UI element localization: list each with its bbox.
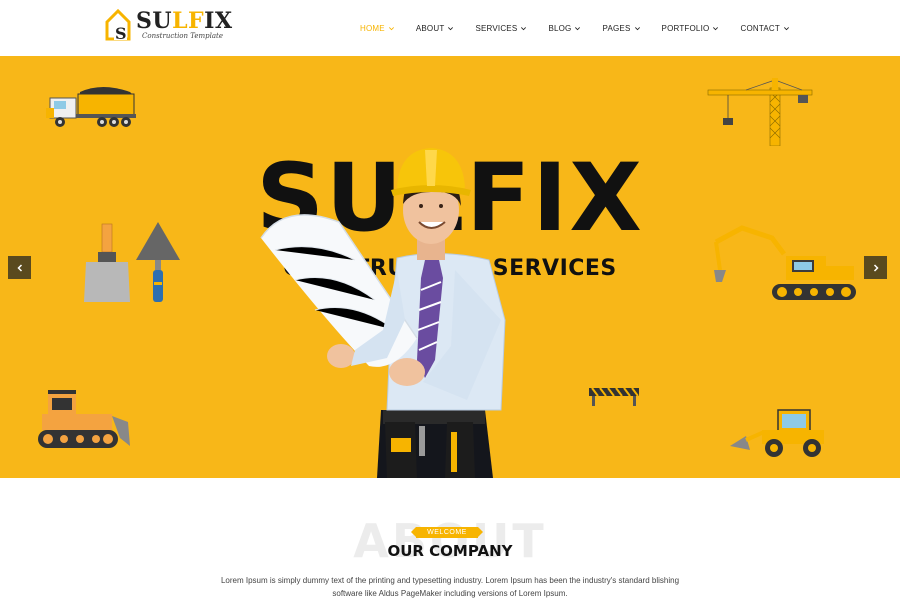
about-title: OUR COMPANY bbox=[387, 542, 513, 560]
slider-next-button[interactable] bbox=[864, 256, 887, 279]
svg-text:S: S bbox=[115, 24, 127, 42]
about-text: Lorem Ipsum is simply dummy text of the … bbox=[220, 576, 680, 598]
bulldozer-icon bbox=[38, 390, 130, 448]
engineer-person-image bbox=[260, 148, 506, 478]
logo-wordmark: SULFIX bbox=[136, 8, 233, 34]
excavator-icon bbox=[714, 225, 856, 300]
nav-item-blog[interactable]: BLOG bbox=[548, 24, 581, 33]
slider-prev-button[interactable] bbox=[8, 256, 31, 279]
chevron-down-icon bbox=[447, 25, 454, 32]
hero-slider: SULFIX CONSTRUCTION SERVICES bbox=[0, 56, 900, 478]
site-header: S SULFIX Construction Template HOME ABOU… bbox=[0, 0, 900, 56]
nav-item-home[interactable]: HOME bbox=[360, 24, 395, 33]
nav-item-contact[interactable]: CONTACT bbox=[740, 24, 789, 33]
chevron-down-icon bbox=[388, 25, 395, 32]
chevron-down-icon bbox=[634, 25, 641, 32]
chevron-right-icon bbox=[873, 263, 879, 272]
chevron-down-icon bbox=[574, 25, 581, 32]
nav-item-services[interactable]: SERVICES bbox=[475, 24, 527, 33]
chevron-down-icon bbox=[520, 25, 527, 32]
chevron-down-icon bbox=[712, 25, 719, 32]
nav-item-pages[interactable]: PAGES bbox=[603, 24, 641, 33]
road-barrier-icon bbox=[589, 387, 639, 406]
house-logo-icon: S bbox=[105, 8, 131, 42]
nav-item-portfolio[interactable]: PORTFOLIO bbox=[662, 24, 720, 33]
wheel-loader-icon bbox=[730, 409, 824, 457]
chevron-down-icon bbox=[783, 25, 790, 32]
logo-tagline: Construction Template bbox=[142, 32, 224, 40]
main-nav: HOME ABOUT SERVICES BLOG PAGES PORTFOLIO… bbox=[360, 0, 790, 56]
tower-crane-icon bbox=[707, 78, 813, 146]
trowel-tools-icon bbox=[84, 222, 180, 302]
dump-truck-icon bbox=[46, 87, 136, 127]
site-logo[interactable]: S SULFIX Construction Template bbox=[104, 8, 232, 44]
nav-item-about[interactable]: ABOUT bbox=[416, 24, 455, 33]
about-section: ABOUT WELCOME OUR COMPANY Lorem Ipsum is… bbox=[0, 478, 900, 600]
chevron-left-icon bbox=[16, 263, 22, 272]
welcome-tag: WELCOME bbox=[411, 527, 483, 538]
